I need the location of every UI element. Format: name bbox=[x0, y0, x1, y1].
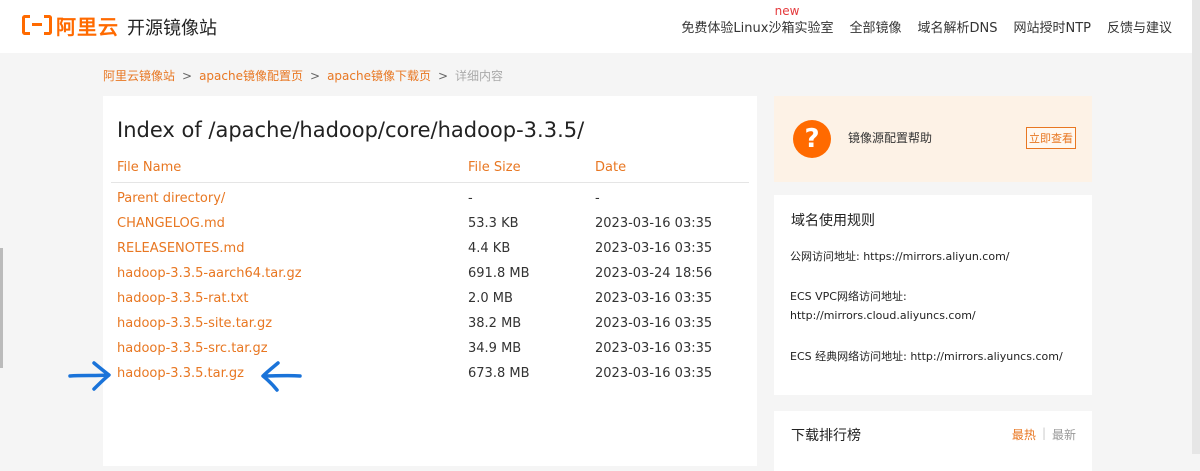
table-row: hadoop-3.3.5.tar.gz 673.8 MB 2023-03-16 … bbox=[111, 360, 749, 385]
help-text: 镜像源配置帮助 bbox=[848, 131, 933, 145]
file-date: 2023-03-16 03:35 bbox=[595, 316, 713, 331]
file-table: File Name File Size Date Parent director… bbox=[111, 153, 749, 385]
table-row: hadoop-3.3.5-rat.txt 2.0 MB 2023-03-16 0… bbox=[111, 285, 749, 310]
file-link[interactable]: hadoop-3.3.5-aarch64.tar.gz bbox=[117, 266, 302, 281]
table-row: hadoop-3.3.5-src.tar.gz 34.9 MB 2023-03-… bbox=[111, 335, 749, 360]
annotation-arrow-left-icon bbox=[261, 361, 302, 392]
col-file-size[interactable]: File Size bbox=[468, 160, 521, 175]
file-date: 2023-03-16 03:35 bbox=[595, 341, 713, 356]
top-header: 阿里云 开源镜像站 new 免费体验Linux沙箱实验室 全部镜像 域名解析DN… bbox=[0, 0, 1200, 53]
question-icon: ? bbox=[793, 120, 831, 158]
file-date: - bbox=[595, 191, 600, 206]
site-title: 开源镜像站 bbox=[127, 18, 217, 39]
public-url: https://mirrors.aliyun.com/ bbox=[863, 250, 1010, 263]
table-row: hadoop-3.3.5-aarch64.tar.gz 691.8 MB 202… bbox=[111, 260, 749, 285]
nav-sandbox-lab[interactable]: new 免费体验Linux沙箱实验室 bbox=[681, 4, 834, 36]
annotation-arrow-right-icon bbox=[68, 361, 111, 391]
rules-title: 域名使用规则 bbox=[791, 213, 875, 229]
nav-dns[interactable]: 域名解析DNS bbox=[917, 17, 997, 36]
col-date[interactable]: Date bbox=[595, 160, 626, 175]
nav-all-mirrors[interactable]: 全部镜像 bbox=[849, 17, 901, 36]
file-date: 2023-03-16 03:35 bbox=[595, 216, 713, 231]
public-label: 公网访问地址: bbox=[790, 250, 864, 263]
scroll-handle bbox=[0, 248, 3, 368]
top-nav: new 免费体验Linux沙箱实验室 全部镜像 域名解析DNS 网站授时NTP … bbox=[681, 4, 1172, 36]
file-date: 2023-03-24 18:56 bbox=[595, 266, 713, 281]
table-header: File Name File Size Date bbox=[111, 153, 749, 183]
config-help-card: ? 镜像源配置帮助 立即查看 bbox=[774, 96, 1092, 182]
file-size: 53.3 KB bbox=[468, 216, 519, 231]
public-address: 公网访问地址: https://mirrors.aliyun.com/ bbox=[790, 248, 1010, 264]
file-link[interactable]: CHANGELOG.md bbox=[117, 216, 225, 231]
classic-url: http://mirrors.aliyuncs.com/ bbox=[910, 350, 1063, 363]
classic-address: ECS 经典网络访问地址: http://mirrors.aliyuncs.co… bbox=[790, 348, 1063, 364]
table-row: Parent directory/ - - bbox=[111, 185, 749, 210]
ranking-tabs: 最热 | 最新 bbox=[1012, 426, 1076, 443]
breadcrumb-sep: > bbox=[310, 68, 321, 83]
vpc-label: ECS VPC网络访问地址: bbox=[790, 290, 907, 303]
file-date: 2023-03-16 03:35 bbox=[595, 366, 713, 381]
file-date: 2023-03-16 03:35 bbox=[595, 291, 713, 306]
aliyun-logo[interactable]: 阿里云 bbox=[22, 13, 119, 39]
classic-label: ECS 经典网络访问地址: bbox=[790, 350, 911, 363]
file-link[interactable]: RELEASENOTES.md bbox=[117, 241, 244, 256]
file-size: 2.0 MB bbox=[468, 291, 513, 306]
download-ranking-title: 下载排行榜 bbox=[791, 428, 861, 444]
col-file-name[interactable]: File Name bbox=[117, 160, 181, 175]
breadcrumb-home[interactable]: 阿里云镜像站 bbox=[103, 67, 175, 84]
tab-latest[interactable]: 最新 bbox=[1052, 426, 1076, 443]
vpc-url: http://mirrors.cloud.aliyuncs.com/ bbox=[790, 309, 976, 322]
file-date: 2023-03-16 03:35 bbox=[595, 241, 713, 256]
breadcrumb-sep: > bbox=[182, 68, 193, 83]
tab-hottest[interactable]: 最热 bbox=[1012, 426, 1036, 443]
file-link[interactable]: hadoop-3.3.5-rat.txt bbox=[117, 291, 249, 306]
domain-rules-card: 域名使用规则 公网访问地址: https://mirrors.aliyun.co… bbox=[774, 195, 1092, 395]
file-size: - bbox=[468, 191, 473, 206]
breadcrumb-apache-config[interactable]: apache镜像配置页 bbox=[199, 67, 303, 84]
aliyun-logo-icon bbox=[22, 15, 52, 35]
table-row: hadoop-3.3.5-site.tar.gz 38.2 MB 2023-03… bbox=[111, 310, 749, 335]
file-link[interactable]: hadoop-3.3.5-site.tar.gz bbox=[117, 316, 272, 331]
window-edge bbox=[1192, 0, 1200, 454]
file-size: 34.9 MB bbox=[468, 341, 522, 356]
file-size: 691.8 MB bbox=[468, 266, 530, 281]
file-size: 38.2 MB bbox=[468, 316, 522, 331]
breadcrumb: 阿里云镜像站 > apache镜像配置页 > apache镜像下载页 > 详细内… bbox=[103, 67, 503, 84]
file-link-parent[interactable]: Parent directory/ bbox=[117, 191, 225, 206]
tab-divider: | bbox=[1041, 426, 1046, 440]
file-size: 4.4 KB bbox=[468, 241, 511, 256]
view-now-button[interactable]: 立即查看 bbox=[1026, 127, 1076, 149]
logo-text: 阿里云 bbox=[56, 14, 119, 39]
breadcrumb-current: 详细内容 bbox=[455, 69, 504, 83]
new-badge: new bbox=[774, 4, 800, 18]
file-link[interactable]: hadoop-3.3.5-src.tar.gz bbox=[117, 341, 268, 356]
nav-feedback[interactable]: 反馈与建议 bbox=[1107, 17, 1172, 36]
file-link-hadoop-tarball[interactable]: hadoop-3.3.5.tar.gz bbox=[117, 366, 244, 381]
nav-label: 免费体验Linux沙箱实验室 bbox=[681, 21, 834, 36]
file-listing-panel: Index of /apache/hadoop/core/hadoop-3.3.… bbox=[103, 96, 757, 466]
breadcrumb-apache-download[interactable]: apache镜像下载页 bbox=[327, 67, 431, 84]
breadcrumb-sep: > bbox=[437, 68, 449, 83]
table-row: CHANGELOG.md 53.3 KB 2023-03-16 03:35 bbox=[111, 210, 749, 235]
table-row: RELEASENOTES.md 4.4 KB 2023-03-16 03:35 bbox=[111, 235, 749, 260]
nav-ntp[interactable]: 网站授时NTP bbox=[1013, 17, 1091, 36]
index-title: Index of /apache/hadoop/core/hadoop-3.3.… bbox=[117, 118, 585, 142]
file-size: 673.8 MB bbox=[468, 366, 530, 381]
download-ranking-card: 下载排行榜 最热 | 最新 bbox=[774, 411, 1092, 471]
